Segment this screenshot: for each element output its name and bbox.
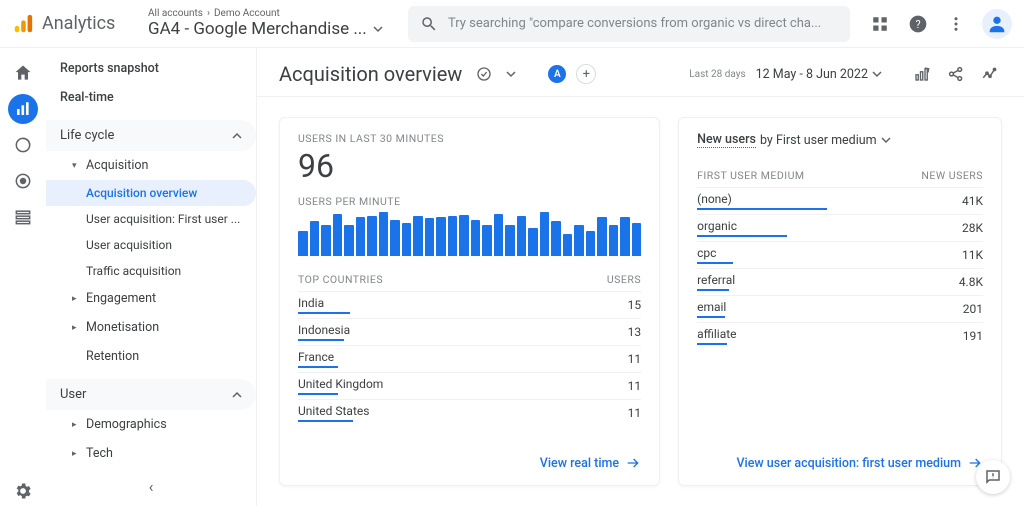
rail-configure-icon[interactable] — [8, 202, 38, 232]
card2-dimension-picker[interactable]: New users by First user medium — [697, 132, 983, 150]
property-name: GA4 - Google Merchandise ... — [148, 19, 367, 39]
table-row[interactable]: (none)41K — [697, 187, 983, 214]
value-users-30: 96 — [298, 147, 641, 185]
search-icon — [420, 15, 438, 33]
page-title: Acquisition overview — [279, 62, 462, 86]
sidebar-demographics[interactable]: Demographics — [46, 410, 256, 439]
col-first-user-medium: FIRST USER MEDIUM — [697, 169, 804, 182]
sidebar-engagement[interactable]: Engagement — [46, 284, 256, 313]
insights-icon[interactable] — [978, 62, 1002, 86]
sidebar-reports-snapshot[interactable]: Reports snapshot — [46, 54, 256, 83]
table-row[interactable]: email201 — [697, 295, 983, 322]
search-placeholder: Try searching "compare conversions from … — [448, 16, 821, 31]
table-row[interactable]: United States11 — [298, 399, 641, 426]
rail-admin-gear-icon[interactable] — [8, 476, 38, 506]
users-per-minute-chart — [298, 212, 641, 256]
table-row[interactable]: India15 — [298, 291, 641, 318]
sidebar-acquisition-overview[interactable]: Acquisition overview — [46, 180, 256, 206]
svg-text:?: ? — [915, 18, 920, 31]
label-users-per-minute: USERS PER MINUTE — [298, 195, 641, 208]
table-row[interactable]: Indonesia13 — [298, 318, 641, 345]
sidebar-traffic-acquisition[interactable]: Traffic acquisition — [46, 258, 256, 284]
chevron-right-icon: › — [207, 8, 210, 19]
sidebar-retention[interactable]: Retention — [46, 342, 256, 371]
view-user-acquisition-link[interactable]: View user acquisition: first user medium — [697, 445, 983, 471]
apps-icon[interactable] — [868, 12, 892, 36]
rail-reports-icon[interactable] — [8, 94, 38, 124]
sidebar-monetisation[interactable]: Monetisation — [46, 313, 256, 342]
search-input[interactable]: Try searching "compare conversions from … — [408, 6, 850, 42]
rail-explore-icon[interactable] — [8, 130, 38, 160]
col-new-users: NEW USERS — [921, 169, 983, 182]
col-users: USERS — [607, 273, 641, 286]
analytics-logo-icon — [12, 13, 34, 35]
table-row[interactable]: cpc11K — [697, 241, 983, 268]
date-preset-label: Last 28 days — [689, 69, 745, 80]
col-top-countries: TOP COUNTRIES — [298, 273, 383, 286]
view-realtime-link[interactable]: View real time — [298, 445, 641, 471]
table-row[interactable]: affiliate191 — [697, 322, 983, 349]
card-realtime-users: USERS IN LAST 30 MINUTES 96 USERS PER MI… — [279, 117, 660, 486]
more-vert-icon[interactable] — [944, 12, 968, 36]
chevron-down-icon — [373, 24, 383, 34]
date-range-picker[interactable]: 12 May - 8 Jun 2022 — [756, 67, 882, 82]
feedback-button[interactable] — [976, 460, 1010, 494]
sidebar-user-acq-first[interactable]: User acquisition: First user ... — [46, 206, 256, 232]
verified-check-icon[interactable] — [472, 62, 496, 86]
sidebar-user-acquisition[interactable]: User acquisition — [46, 232, 256, 258]
table-row[interactable]: France11 — [298, 345, 641, 372]
add-comparison-button[interactable]: + — [576, 64, 596, 84]
sidebar-collapse-icon[interactable]: ‹ — [149, 477, 154, 496]
table-row[interactable]: referral4.8K — [697, 268, 983, 295]
rail-home-icon[interactable] — [8, 58, 38, 88]
rail-advertising-icon[interactable] — [8, 166, 38, 196]
edit-report-icon[interactable] — [910, 62, 934, 86]
table-row[interactable]: organic28K — [697, 214, 983, 241]
chevron-up-icon — [232, 131, 242, 141]
all-users-badge[interactable]: A — [548, 65, 566, 83]
card-first-user-medium: New users by First user medium FIRST USE… — [678, 117, 1002, 486]
brand-label: Analytics — [42, 13, 115, 34]
user-avatar[interactable] — [982, 9, 1012, 39]
sidebar-section-user[interactable]: User — [46, 379, 256, 410]
share-icon[interactable] — [944, 62, 968, 86]
chevron-up-icon — [232, 390, 242, 400]
sidebar-tech[interactable]: Tech — [46, 439, 256, 468]
label-users-30: USERS IN LAST 30 MINUTES — [298, 132, 641, 145]
sidebar-realtime[interactable]: Real-time — [46, 83, 256, 112]
sidebar-section-lifecycle[interactable]: Life cycle — [46, 120, 256, 151]
help-icon[interactable]: ? — [906, 12, 930, 36]
property-picker[interactable]: All accounts › Demo Account GA4 - Google… — [148, 8, 408, 39]
breadcrumb: All accounts › Demo Account — [148, 8, 408, 19]
table-row[interactable]: United Kingdom11 — [298, 372, 641, 399]
sidebar-acquisition[interactable]: Acquisition — [46, 151, 256, 180]
chevron-down-icon[interactable] — [506, 69, 516, 79]
